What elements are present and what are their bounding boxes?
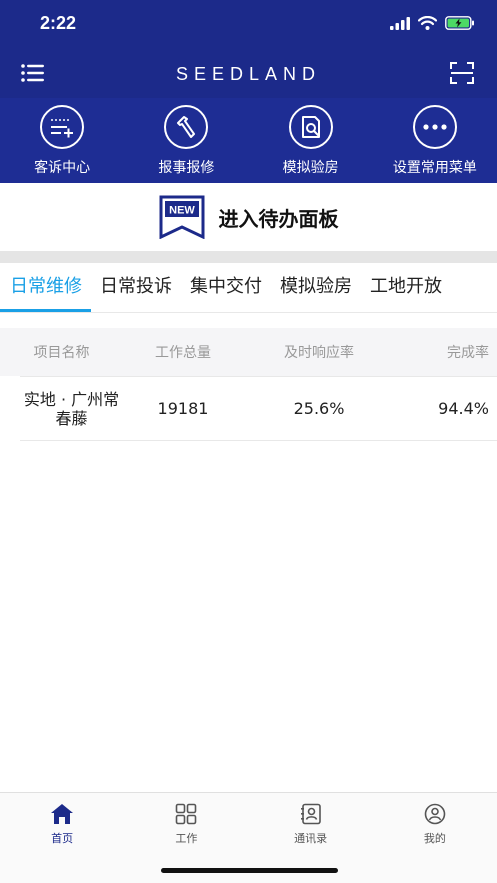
tabbar-label: 工作 — [175, 832, 198, 845]
todo-panel-text: 进入待办面板 — [218, 206, 339, 231]
battery-charging-icon — [445, 16, 474, 30]
contacts-icon — [300, 803, 321, 825]
profile-icon — [424, 803, 446, 825]
column-header-completion-rate: 完成率 — [447, 345, 489, 361]
more-icon — [412, 105, 457, 149]
quick-action-label: 设置常用菜单 — [392, 160, 477, 176]
scan-icon — [450, 62, 474, 84]
signal-icon — [390, 16, 410, 30]
wifi-icon — [418, 16, 437, 30]
new-badge-icon: NEW — [159, 195, 204, 239]
home-icon — [51, 804, 74, 824]
status-bar: 2:22 — [0, 0, 497, 50]
tabbar-home[interactable]: 首页 — [0, 793, 124, 883]
quick-action-mock-inspection[interactable]: 模拟验房 — [249, 98, 373, 183]
table-row[interactable]: 实地 · 广州常春藤 19181 25.6% 94.4% — [20, 376, 497, 441]
status-icons — [390, 16, 475, 30]
column-header-project: 项目名称 — [33, 345, 90, 361]
tab-centralized-delivery[interactable]: 集中交付 — [181, 263, 271, 312]
cell-response-rate: 25.6% — [293, 399, 345, 418]
new-badge-text: NEW — [169, 205, 195, 217]
scan-button[interactable] — [447, 58, 477, 88]
quick-action-label: 报事报修 — [158, 160, 215, 176]
column-header-total: 工作总量 — [155, 345, 211, 361]
cell-completion-rate: 94.4% — [438, 399, 489, 418]
quick-action-label: 客诉中心 — [34, 160, 91, 176]
cell-total: 19181 — [157, 399, 209, 418]
tabbar-label: 通讯录 — [294, 832, 328, 845]
app-header: 2:22 SEEDLAND 客诉中心 报事报修 模拟验房 设置常用菜单 — [0, 0, 497, 183]
tabbar-label: 我的 — [423, 832, 446, 845]
brand-logo: SEEDLAND — [175, 64, 322, 84]
column-header-response-rate: 及时响应率 — [284, 345, 354, 361]
category-tabs: 日常维修 日常投诉 集中交付 模拟验房 工地开放 — [0, 263, 497, 313]
hammer-icon — [164, 105, 209, 149]
home-indicator — [161, 868, 338, 873]
status-time: 2:22 — [40, 13, 77, 33]
tabbar-label: 首页 — [51, 832, 74, 845]
complaint-icon — [40, 105, 85, 149]
tab-daily-complaint[interactable]: 日常投诉 — [91, 263, 181, 312]
quick-action-repair-report[interactable]: 报事报修 — [124, 98, 248, 183]
tabbar-profile[interactable]: 我的 — [373, 793, 497, 883]
section-divider — [0, 251, 497, 263]
cell-project: 实地 · 广州常春藤 — [23, 389, 120, 428]
tab-site-open[interactable]: 工地开放 — [361, 263, 451, 312]
grid-icon — [176, 803, 197, 825]
quick-actions: 客诉中心 报事报修 模拟验房 设置常用菜单 — [0, 98, 497, 183]
table-header: 项目名称 工作总量 及时响应率 完成率 — [0, 328, 497, 376]
nav-bar: SEEDLAND — [0, 50, 497, 98]
tab-daily-repair[interactable]: 日常维修 — [0, 263, 91, 312]
tab-mock-inspection[interactable]: 模拟验房 — [271, 263, 361, 312]
quick-action-label: 模拟验房 — [282, 160, 339, 176]
stats-table: 项目名称 工作总量 及时响应率 完成率 实地 · 广州常春藤 19181 25.… — [0, 328, 497, 441]
quick-action-complaint-center[interactable]: 客诉中心 — [0, 98, 124, 183]
todo-panel-entry[interactable]: NEW 进入待办面板 — [0, 183, 497, 251]
quick-action-set-menu[interactable]: 设置常用菜单 — [373, 98, 497, 183]
inspection-icon — [288, 105, 333, 149]
